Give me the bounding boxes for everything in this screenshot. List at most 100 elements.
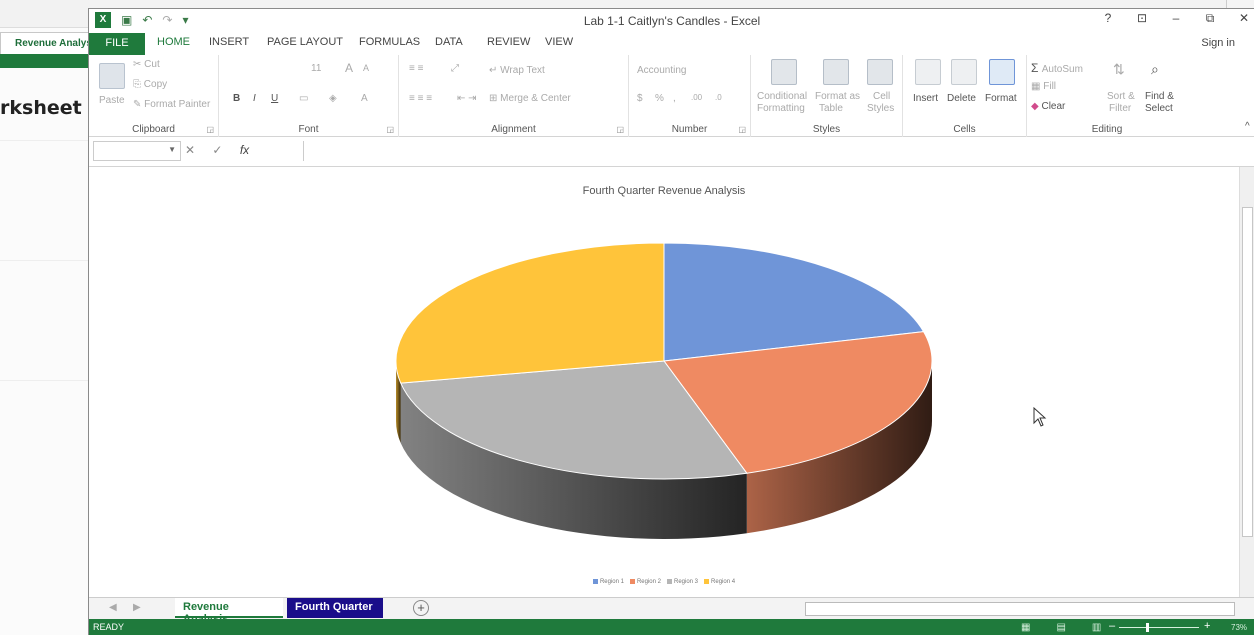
orientation-icon[interactable]: ⤢ — [451, 63, 459, 74]
zoom-level[interactable]: 73% — [1231, 623, 1247, 632]
fill-color-icon[interactable]: ◈ — [329, 93, 337, 104]
page-break-view-icon[interactable]: ▥ — [1092, 622, 1101, 633]
tab-home[interactable]: HOME — [157, 36, 190, 48]
align-left-icon[interactable]: ≡ ≡ ≡ — [409, 93, 432, 104]
binoculars-icon[interactable]: ⌕ — [1151, 61, 1159, 78]
conditional-formatting-icon[interactable] — [771, 59, 797, 85]
normal-view-icon[interactable]: ▦ — [1021, 622, 1030, 633]
sheet-tab-fourth-quarter[interactable]: Fourth Quarter — [287, 598, 383, 618]
autosum-button[interactable]: Σ AutoSum — [1031, 61, 1083, 75]
clear-button[interactable]: ◆ Clear — [1031, 101, 1065, 112]
background-sheet-tab[interactable]: Revenue Analysis — [0, 32, 92, 54]
tab-review[interactable]: REVIEW — [487, 36, 530, 48]
format-as-table-label[interactable]: Format as — [815, 91, 860, 102]
name-box[interactable]: ▼ — [93, 141, 181, 161]
format-button[interactable]: Format — [985, 93, 1017, 104]
insert-cells-icon[interactable] — [915, 59, 941, 85]
dialog-launcher-icon[interactable]: ◲ — [738, 125, 746, 134]
sort-filter-icon[interactable]: ⇅ — [1113, 61, 1125, 78]
paste-icon[interactable] — [99, 63, 125, 89]
zoom-out-button[interactable]: – — [1109, 620, 1115, 632]
tab-data[interactable]: DATA — [435, 36, 463, 48]
indent-icon[interactable]: ⇤ ⇥ — [457, 93, 477, 104]
insert-function-icon[interactable]: fx — [240, 143, 249, 157]
zoom-slider[interactable] — [1119, 627, 1199, 628]
legend-item-4[interactable]: Region 4 — [704, 579, 735, 585]
tab-formulas[interactable]: FORMULAS — [359, 36, 420, 48]
wrap-text-button[interactable]: ↵ Wrap Text — [489, 65, 545, 76]
scroll-tabs-left-icon[interactable]: ◀ — [109, 602, 117, 613]
minimize-icon[interactable]: – — [1169, 11, 1183, 26]
percent-button[interactable]: % — [655, 93, 664, 104]
dialog-launcher-icon[interactable]: ◲ — [206, 125, 214, 134]
dialog-launcher-icon[interactable]: ◲ — [616, 125, 624, 134]
zoom-in-button[interactable]: + — [1204, 620, 1210, 632]
help-icon[interactable]: ? — [1101, 11, 1115, 26]
find-select-label-2[interactable]: Select — [1145, 103, 1173, 114]
copy-button[interactable]: ⎘ Copy — [133, 79, 167, 90]
scrollbar-thumb[interactable] — [1242, 207, 1253, 537]
format-as-table-icon[interactable] — [823, 59, 849, 85]
format-painter-button[interactable]: ✎ Format Painter — [133, 99, 210, 110]
sort-filter-label[interactable]: Sort & — [1107, 91, 1135, 102]
horizontal-scrollbar[interactable] — [805, 602, 1235, 616]
conditional-formatting-label-2[interactable]: Formatting — [757, 103, 805, 114]
delete-button[interactable]: Delete — [947, 93, 976, 104]
sort-filter-label-2[interactable]: Filter — [1109, 103, 1131, 114]
page-layout-view-icon[interactable]: ▤ — [1056, 622, 1065, 633]
number-format-select[interactable]: Accounting — [637, 65, 686, 76]
tab-page-layout[interactable]: PAGE LAYOUT — [267, 36, 343, 48]
delete-cells-icon[interactable] — [951, 59, 977, 85]
tab-view[interactable]: VIEW — [545, 36, 573, 48]
cut-button[interactable]: ✂ Cut — [133, 59, 160, 70]
chart-sheet[interactable]: Fourth Quarter Revenue Analysis Region 1… — [89, 167, 1239, 597]
grow-font-button[interactable]: A — [345, 61, 353, 75]
decrease-decimal-button[interactable]: .0 — [715, 93, 722, 102]
font-size-select[interactable]: 11 — [311, 63, 321, 74]
underline-button[interactable]: U — [271, 93, 278, 104]
insert-button[interactable]: Insert — [913, 93, 938, 104]
dialog-launcher-icon[interactable]: ◲ — [386, 125, 394, 134]
bold-button[interactable]: B — [233, 93, 240, 104]
vertical-scrollbar[interactable] — [1239, 167, 1254, 597]
tab-insert[interactable]: INSERT — [209, 36, 249, 48]
align-top-icon[interactable]: ≡ ≡ — [409, 63, 423, 74]
ribbon-display-options-icon[interactable]: ⊡ — [1135, 11, 1149, 26]
cell-styles-label-2[interactable]: Styles — [867, 103, 894, 114]
paste-button[interactable]: Paste — [99, 95, 125, 106]
tab-file[interactable]: FILE — [89, 33, 145, 55]
sign-in-link[interactable]: Sign in — [1201, 37, 1235, 49]
find-select-label[interactable]: Find & — [1145, 91, 1174, 102]
conditional-formatting-label[interactable]: Conditional — [757, 91, 807, 102]
comma-button[interactable]: , — [673, 93, 676, 104]
chart-title[interactable]: Fourth Quarter Revenue Analysis — [89, 185, 1239, 197]
legend-item-1[interactable]: Region 1 — [592, 579, 624, 585]
pie-chart[interactable] — [379, 211, 949, 561]
enter-icon[interactable]: ✓ — [212, 143, 222, 157]
merge-center-button[interactable]: ⊞ Merge & Center — [489, 93, 571, 104]
fill-button[interactable]: ▦ Fill — [1031, 81, 1056, 92]
format-as-table-label-2[interactable]: Table — [819, 103, 843, 114]
currency-button[interactable]: $ — [637, 93, 643, 104]
italic-button[interactable]: I — [253, 93, 256, 104]
close-icon[interactable]: ✕ — [1237, 11, 1251, 26]
cell-styles-icon[interactable] — [867, 59, 893, 85]
shrink-font-button[interactable]: A — [363, 63, 369, 73]
restore-icon[interactable]: ⧉ — [1203, 11, 1217, 26]
new-sheet-icon[interactable]: + — [413, 600, 429, 616]
scroll-tabs-right-icon[interactable]: ▶ — [133, 602, 141, 613]
cell-styles-label[interactable]: Cell — [873, 91, 890, 102]
pie-slice-4[interactable] — [395, 242, 665, 384]
chart-legend[interactable]: Region 1 Region 2 Region 3 Region 4 — [89, 579, 1239, 585]
collapse-ribbon-icon[interactable]: ^ — [1245, 121, 1250, 132]
zoom-slider-knob[interactable] — [1146, 623, 1149, 632]
formula-input[interactable] — [303, 141, 1233, 161]
sheet-tab-revenue-analysis[interactable]: Revenue Analysis — [175, 598, 283, 625]
font-color-button[interactable]: A — [361, 93, 368, 104]
cancel-icon[interactable]: ✕ — [185, 143, 195, 157]
borders-icon[interactable]: ▭ — [299, 93, 308, 104]
increase-decimal-button[interactable]: .00 — [691, 93, 702, 102]
legend-item-3[interactable]: Region 3 — [667, 579, 698, 585]
format-cells-icon[interactable] — [989, 59, 1015, 85]
legend-item-2[interactable]: Region 2 — [629, 579, 661, 585]
